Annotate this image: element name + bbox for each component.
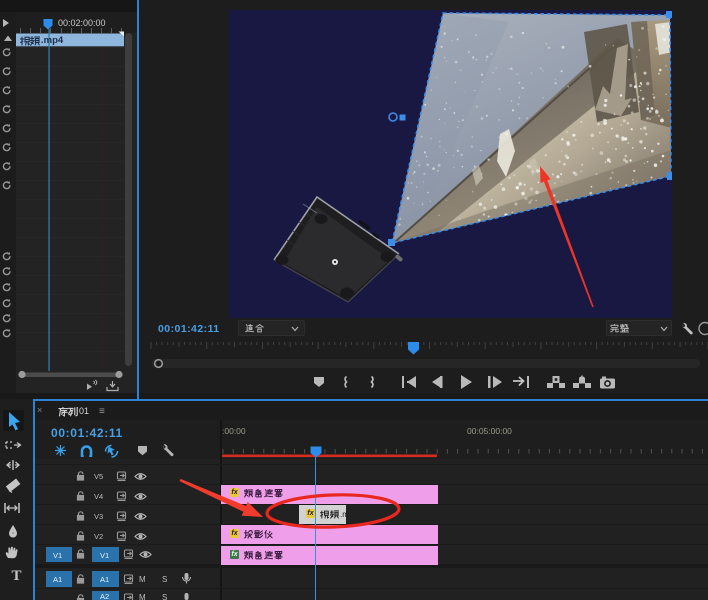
svg-text:S: S	[162, 593, 167, 600]
svg-text:M: M	[139, 593, 146, 600]
svg-text:A1: A1	[53, 575, 62, 584]
svg-text:M: M	[139, 575, 146, 584]
svg-text:V1: V1	[100, 551, 109, 560]
svg-text:T: T	[11, 568, 21, 584]
svg-text:V2: V2	[94, 532, 103, 541]
svg-text:V3: V3	[94, 512, 103, 521]
svg-text:V4: V4	[94, 492, 103, 501]
svg-text:A2: A2	[100, 592, 109, 600]
svg-text:S: S	[162, 575, 167, 584]
svg-text:A1: A1	[100, 575, 109, 584]
svg-text:V5: V5	[94, 472, 103, 481]
svg-text:V1: V1	[53, 551, 62, 560]
